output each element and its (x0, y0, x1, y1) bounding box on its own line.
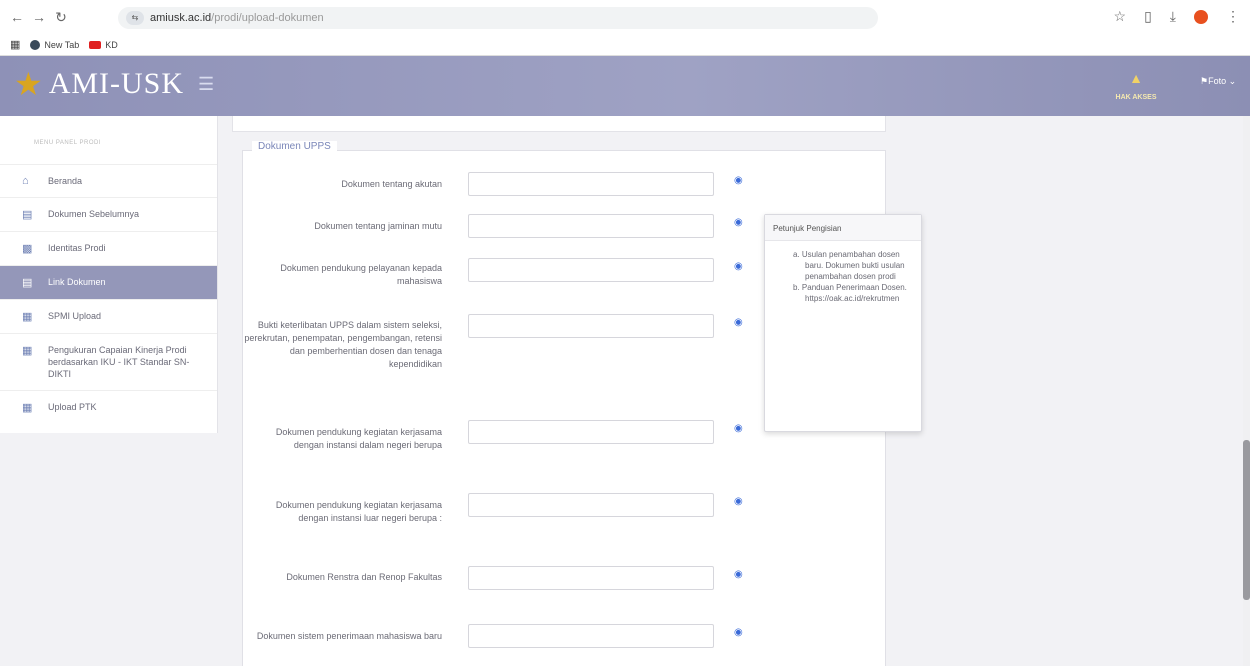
link-input[interactable] (468, 214, 714, 238)
view-eye-icon[interactable]: ◉ (734, 496, 743, 507)
sidebar-item-label: Link Dokumen (48, 277, 106, 287)
link-input[interactable] (468, 566, 714, 590)
app-logo[interactable]: ★ AMI-USK ☰ (14, 66, 214, 102)
sidebar-item-spmi-upload[interactable]: ▦ SPMI Upload (0, 299, 217, 333)
tooltip-item: b. Panduan Penerimaan Dosen. https://oak… (793, 283, 907, 303)
profile-avatar[interactable] (1194, 9, 1208, 24)
sidebar-section-title: MENU PANEL PRODI (34, 140, 102, 146)
field-label: Dokumen pendukung kegiatan kerjasama den… (275, 500, 442, 523)
field-label: Dokumen tentang akutan (341, 179, 442, 189)
sidebar-item-beranda[interactable]: ⌂ Beranda (0, 164, 217, 197)
youtube-icon (89, 40, 102, 49)
browser-toolbar: ← → ↻ ⇆ amiusk.ac.id /prodi/upload-dokum… (0, 0, 1250, 34)
download-icon[interactable]: ⤓ (1170, 8, 1176, 25)
bookmarks-bar: ▦ New Tab KD (0, 34, 1250, 56)
app-header: ★ AMI-USK ☰ ▲ HAK AKSES ⚑Foto ⌄ (0, 56, 1250, 116)
id-card-icon: ▩ (22, 243, 33, 255)
sidebar-item-label: SPMI Upload (48, 311, 102, 321)
chevron-down-icon: ⌄ (1228, 76, 1237, 86)
link-input[interactable] (468, 493, 714, 517)
sidebar-item-label: Dokumen Sebelumnya (48, 209, 140, 219)
sidebar-item-link-dokumen[interactable]: ▤ Link Dokumen (0, 265, 217, 299)
view-eye-icon[interactable]: ◉ (734, 175, 743, 186)
url-host: amiusk.ac.id (150, 12, 212, 24)
home-icon: ⌂ (22, 175, 29, 187)
sidebar-item-label: Identitas Prodi (48, 243, 106, 253)
bookmark-star-icon[interactable]: ☆ (1114, 8, 1127, 25)
sidebar-item-label: Beranda (48, 176, 83, 186)
back-icon[interactable]: ← (6, 9, 28, 25)
apps-grid-icon[interactable]: ▦ (10, 38, 20, 51)
tooltip-body: a. Usulan penambahan dosen baru. Dokumen… (765, 241, 921, 304)
language-dropdown[interactable]: ⚑Foto ⌄ (1200, 76, 1236, 87)
address-bar[interactable]: ⇆ amiusk.ac.id /prodi/upload-dokumen (118, 7, 878, 29)
sidebar-item-label: Pengukuran Capaian Kinerja Prodi berdasa… (48, 345, 190, 379)
sidebar-item-identitas-prodi[interactable]: ▩ Identitas Prodi (0, 231, 217, 265)
view-eye-icon[interactable]: ◉ (734, 317, 743, 328)
help-tooltip: Petunjuk Pengisian a. Usulan penambahan … (764, 214, 922, 432)
reload-icon[interactable]: ↻ (50, 9, 72, 26)
link-document-icon: ▤ (22, 277, 33, 289)
scrollbar-thumb[interactable] (1243, 440, 1250, 600)
field-label: Dokumen Renstra dan Renop Fakultas (286, 572, 442, 582)
flag-icon: ⚑ (1200, 76, 1209, 86)
view-eye-icon[interactable]: ◉ (734, 423, 743, 434)
document-icon: ▤ (22, 209, 33, 221)
previous-card-bottom (232, 116, 886, 132)
star-logo-icon: ★ (14, 66, 43, 102)
field-label: Dokumen pendukung pelayanan kepada mahas… (280, 263, 442, 286)
fieldset-legend: Dokumen UPPS (252, 141, 337, 152)
view-eye-icon[interactable]: ◉ (734, 217, 743, 228)
user-menu[interactable]: ▲ HAK AKSES (1108, 70, 1164, 104)
view-eye-icon[interactable]: ◉ (734, 569, 743, 580)
link-input[interactable] (468, 624, 714, 648)
user-icon: ▲ (1129, 70, 1143, 86)
forward-icon[interactable]: → (28, 9, 50, 25)
tooltip-item: a. Usulan penambahan dosen baru. Dokumen… (793, 250, 905, 281)
link-input[interactable] (468, 258, 714, 282)
link-input[interactable] (468, 314, 714, 338)
bookmark-new-tab[interactable]: New Tab (30, 39, 79, 50)
view-eye-icon[interactable]: ◉ (734, 627, 743, 638)
link-input[interactable] (468, 420, 714, 444)
sidebar-item-label: Upload PTK (48, 402, 97, 412)
field-label: Dokumen tentang jaminan mutu (314, 221, 442, 231)
bookmark-kd[interactable]: KD (89, 40, 118, 50)
sidebar-item-upload-ptk[interactable]: ▦ Upload PTK (0, 390, 217, 424)
url-path: /prodi/upload-dokumen (211, 12, 324, 24)
globe-icon (30, 39, 41, 50)
user-role-label: HAK AKSES (1115, 94, 1157, 101)
sidebar-item-pengukuran-capaian[interactable]: ▦ Pengukuran Capaian Kinerja Prodi berda… (0, 333, 217, 390)
site-info-icon[interactable]: ⇆ (126, 11, 144, 25)
calendar-icon: ▦ (22, 402, 33, 414)
link-input[interactable] (468, 172, 714, 196)
extensions-icon[interactable]: ▯ (1144, 8, 1152, 25)
calendar-icon: ▦ (22, 345, 33, 357)
calendar-icon: ▦ (22, 311, 33, 323)
sidebar-item-dokumen-sebelumnya[interactable]: ▤ Dokumen Sebelumnya (0, 197, 217, 231)
view-eye-icon[interactable]: ◉ (734, 261, 743, 272)
field-label: Dokumen sistem penerimaan mahasiswa baru (256, 631, 442, 641)
sidebar: MENU PANEL PRODI ⌂ Beranda ▤ Dokumen Seb… (0, 116, 218, 433)
field-label: Bukti keterlibatan UPPS dalam sistem sel… (244, 320, 442, 369)
field-label: Dokumen pendukung kegiatan kerjasama den… (275, 427, 442, 450)
app-title: AMI-USK (48, 67, 185, 100)
browser-menu-icon[interactable]: ⋮ (1226, 8, 1240, 25)
menu-toggle-icon[interactable]: ☰ (198, 74, 214, 95)
tooltip-title: Petunjuk Pengisian (765, 215, 921, 241)
